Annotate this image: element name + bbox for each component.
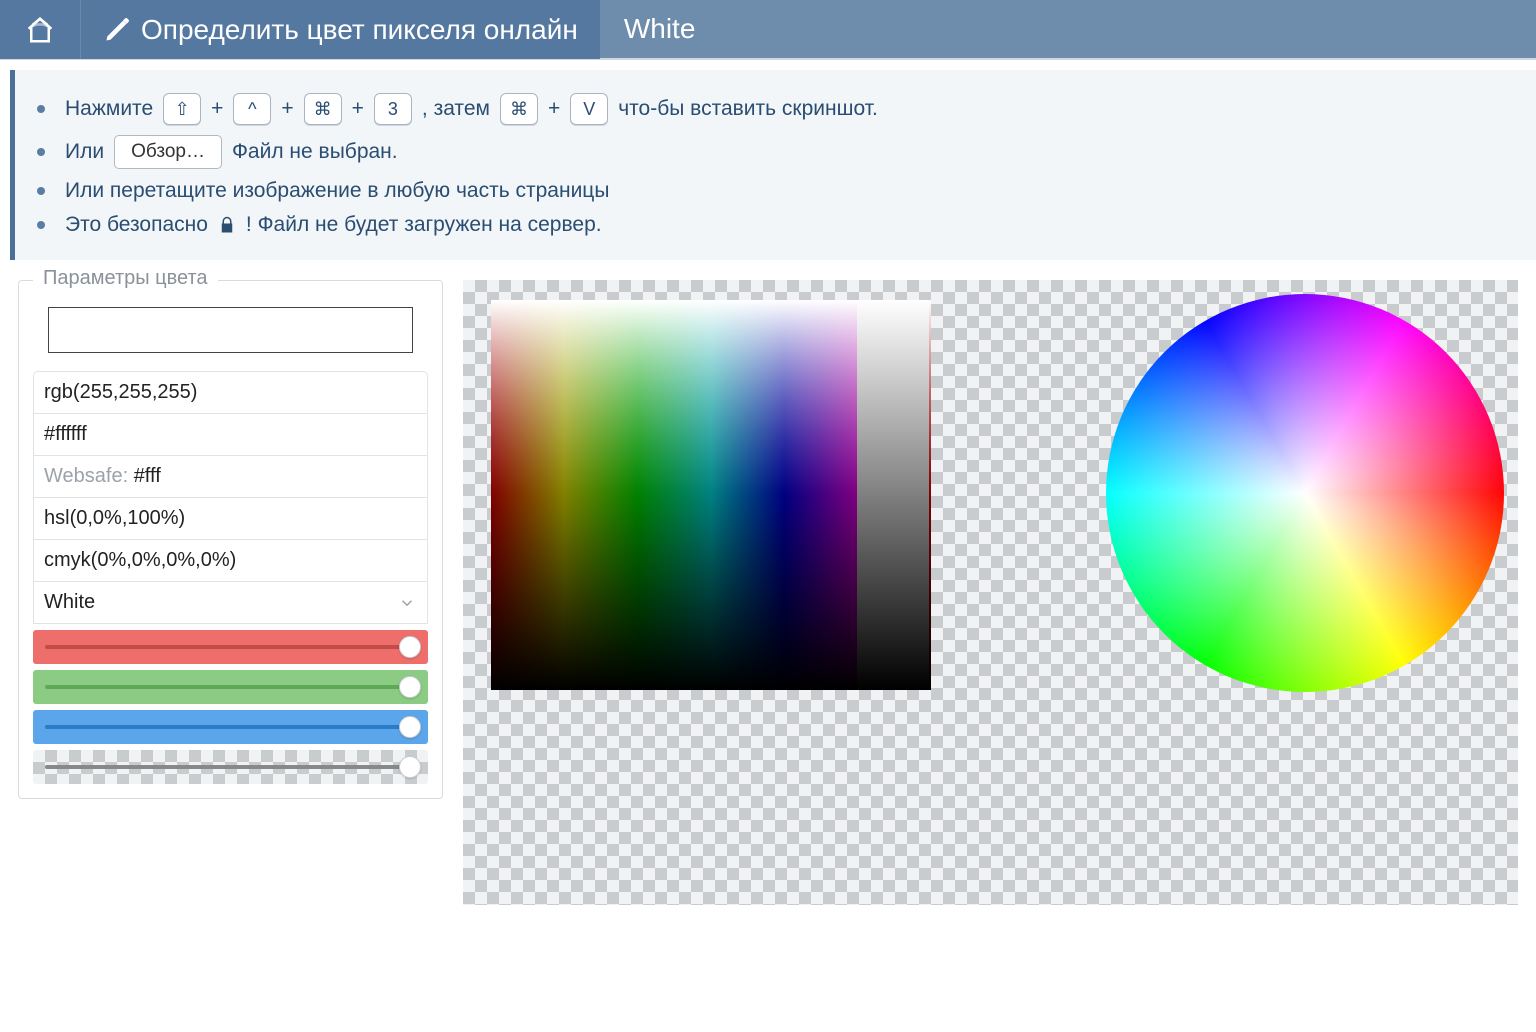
bullet-icon	[37, 105, 45, 113]
instruction-safe: Это безопасно ! Файл не будет загружен н…	[37, 208, 1514, 242]
instruction-drag: Или перетащите изображение в любую часть…	[37, 174, 1514, 208]
slider-handle[interactable]	[399, 636, 421, 658]
slider-handle[interactable]	[399, 676, 421, 698]
text: , затем	[422, 97, 490, 121]
page-title-bar: Определить цвет пикселя онлайн	[80, 0, 600, 59]
navbar: Определить цвет пикселя онлайн White	[0, 0, 1536, 60]
panel-legend: Параметры цвета	[33, 267, 218, 290]
text: ! Файл не будет загружен на сервер.	[246, 213, 602, 237]
browse-button[interactable]: Обзор…	[114, 135, 222, 169]
bullet-icon	[37, 187, 45, 195]
key-cmd-2: ⌘	[500, 93, 538, 125]
red-slider[interactable]	[33, 630, 428, 664]
color-name-select[interactable]	[33, 581, 428, 624]
text: Нажмите	[65, 97, 153, 121]
file-status: Файл не выбран.	[232, 140, 398, 164]
hex-field[interactable]	[33, 413, 428, 456]
main: Параметры цвета Websafe: #fff	[0, 280, 1536, 905]
key-shift: ⇧	[163, 93, 201, 125]
current-color-name-bar: White	[600, 0, 1536, 59]
websafe-value: #fff	[134, 465, 161, 487]
color-wheel[interactable]	[1106, 294, 1504, 692]
rgb-field[interactable]	[33, 371, 428, 414]
blue-slider[interactable]	[33, 710, 428, 744]
websafe-field: Websafe: #fff	[33, 455, 428, 498]
grayscale-strip[interactable]	[857, 300, 929, 690]
instructions: Нажмите ⇧ + ^ + ⌘ + 3 , затем ⌘ + V что-…	[10, 70, 1536, 260]
pencil-icon	[103, 16, 131, 44]
lock-icon	[218, 216, 236, 234]
bullet-icon	[37, 221, 45, 229]
key-3: 3	[374, 93, 412, 125]
home-link[interactable]	[0, 0, 80, 59]
home-icon	[23, 15, 57, 45]
text: Или перетащите изображение в любую часть…	[65, 179, 609, 203]
key-cmd: ⌘	[304, 93, 342, 125]
bullet-icon	[37, 148, 45, 156]
text: Это безопасно	[65, 213, 208, 237]
instruction-screenshot: Нажмите ⇧ + ^ + ⌘ + 3 , затем ⌘ + V что-…	[37, 88, 1514, 130]
key-v: V	[570, 93, 608, 125]
hsl-field[interactable]	[33, 497, 428, 540]
plus: +	[352, 97, 364, 121]
current-color-name: White	[624, 13, 696, 45]
plus: +	[211, 97, 223, 121]
plus: +	[548, 97, 560, 121]
plus: +	[281, 97, 293, 121]
canvas-area[interactable]	[463, 280, 1518, 905]
text: Или	[65, 140, 104, 164]
websafe-label: Websafe:	[44, 465, 128, 487]
color-params-panel: Параметры цвета Websafe: #fff	[18, 280, 443, 799]
green-slider[interactable]	[33, 670, 428, 704]
color-swatch[interactable]	[48, 307, 413, 353]
slider-handle[interactable]	[399, 756, 421, 778]
text: что-бы вставить скриншот.	[618, 97, 878, 121]
slider-handle[interactable]	[399, 716, 421, 738]
instruction-file: Или Обзор… Файл не выбран.	[37, 130, 1514, 174]
cmyk-field[interactable]	[33, 539, 428, 582]
alpha-slider[interactable]	[33, 750, 428, 784]
key-ctrl: ^	[233, 93, 271, 125]
page-title: Определить цвет пикселя онлайн	[141, 14, 578, 46]
